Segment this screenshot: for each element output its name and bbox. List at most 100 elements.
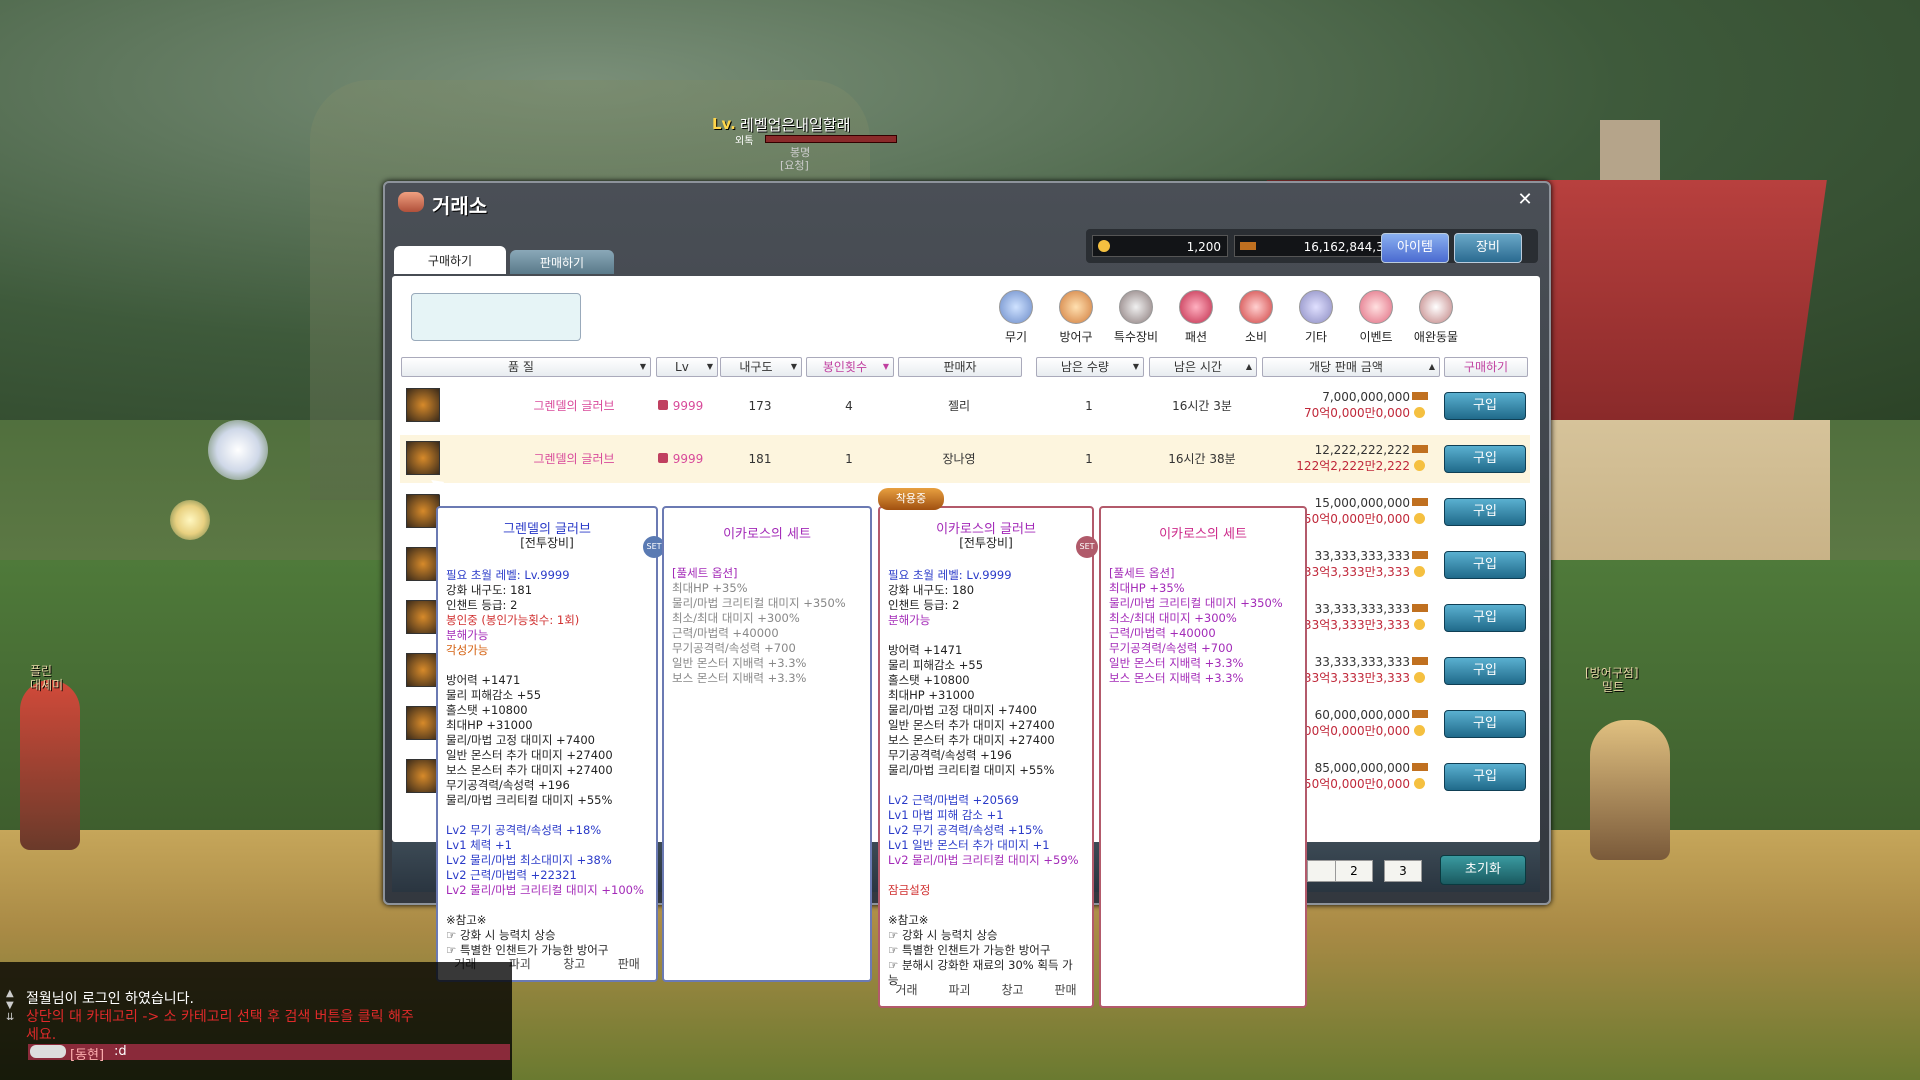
header-seal[interactable]: 봉인횟수 ▼ bbox=[806, 357, 894, 377]
set-badge-icon: SET bbox=[1076, 536, 1098, 558]
tooltip-line: 최대HP +31000 bbox=[888, 688, 975, 702]
tooltip-line: 보스 몬스터 지배력 +3.3% bbox=[672, 671, 807, 685]
meso-icon bbox=[1412, 657, 1428, 665]
coin-icon bbox=[1414, 513, 1425, 524]
category-consumable[interactable]: 소비 bbox=[1228, 290, 1284, 345]
tooltip-line: 잠금설정 bbox=[888, 883, 931, 897]
tooltip-line: Lv2 근력/마법력 +20569 bbox=[888, 793, 1019, 807]
tooltip-footer-item: 창고 bbox=[1001, 983, 1024, 997]
channel-icon[interactable] bbox=[30, 1045, 66, 1058]
meso-icon bbox=[1412, 445, 1428, 453]
header-quality[interactable]: 품 질 ▼ bbox=[401, 357, 651, 377]
reset-button[interactable]: 초기화 bbox=[1440, 855, 1526, 885]
tooltip-line: 홀스탯 +10800 bbox=[888, 673, 970, 687]
npc-right[interactable] bbox=[1590, 720, 1670, 860]
tooltip-line: 물리/마법 크리티컬 대미지 +350% bbox=[672, 596, 846, 610]
tooltip-line: 봉인중 (봉인가능횟수: 1회) bbox=[446, 613, 580, 627]
tooltip-line: 보스 몬스터 추가 대미지 +27400 bbox=[888, 733, 1055, 747]
buy-button[interactable]: 구입 bbox=[1444, 551, 1526, 579]
item-name: 그렌델의 글러브 bbox=[533, 452, 615, 466]
page-3[interactable]: 3 bbox=[1384, 860, 1422, 882]
header-level[interactable]: Lv ▼ bbox=[656, 357, 718, 377]
page-2[interactable]: 2 bbox=[1335, 860, 1373, 882]
tooltip-line: 능 bbox=[888, 973, 899, 987]
category-special[interactable]: 특수장비 bbox=[1108, 290, 1164, 345]
tooltip-line: ☞ 강화 시 능력치 상승 bbox=[446, 928, 556, 942]
pet-icon bbox=[1419, 290, 1453, 324]
table-row[interactable]: 그렌델의 글러브 9999 173 4 젤리 1 16시간 3분 7,000,000,000 7… bbox=[400, 382, 1530, 430]
meso-icon bbox=[1412, 604, 1428, 612]
tooltip-line: 무기공격력/속성력 +196 bbox=[888, 748, 1012, 762]
tooltip-line: Lv2 무기 공격력/속성력 +18% bbox=[446, 823, 602, 837]
header-time[interactable]: 남은 시간 ▲ bbox=[1149, 357, 1257, 377]
item-quantity: 1 bbox=[1085, 452, 1093, 466]
tooltip-line: 필요 초월 레벨: Lv.9999 bbox=[888, 568, 1012, 582]
npc-right-sub: 밀트 bbox=[1602, 680, 1625, 694]
category-event[interactable]: 이벤트 bbox=[1348, 290, 1404, 345]
tab-sell[interactable]: 판매하기 bbox=[510, 250, 614, 274]
category-weapon[interactable]: 무기 bbox=[988, 290, 1044, 345]
dropdown-icon: ▼ bbox=[639, 362, 646, 371]
npc-left-sub: 대세미 bbox=[30, 678, 64, 692]
tooltip-line: ☞ 특별한 인챈트가 가능한 방어구 bbox=[446, 943, 609, 957]
item-price-kr: 70억0,000만0,000 bbox=[1303, 406, 1410, 420]
coin-icon bbox=[1414, 778, 1425, 789]
tooltip-line: 물리/마법 고정 대미지 +7400 bbox=[446, 733, 595, 747]
tooltip-footer-item: 거래 bbox=[895, 983, 918, 997]
header-seller[interactable]: 판매자 bbox=[898, 357, 1022, 377]
chat-line-1: 절월님이 로그인 하였습니다. bbox=[26, 991, 194, 1007]
table-row[interactable]: 그렌델의 글러브 9999 181 1 장나영 1 16시간 38분 12,222,222,2… bbox=[400, 435, 1530, 483]
category-pet[interactable]: 애완동물 bbox=[1408, 290, 1464, 345]
chat-channel: [동현] bbox=[70, 1048, 105, 1063]
chat-line-3: 세요. bbox=[26, 1027, 57, 1043]
meso-icon bbox=[1412, 392, 1428, 400]
tooltip-line: 분해가능 bbox=[888, 613, 931, 627]
buy-button[interactable]: 구입 bbox=[1444, 604, 1526, 632]
buy-button[interactable]: 구입 bbox=[1444, 657, 1526, 685]
item-icon bbox=[406, 441, 440, 475]
item-price-kr: 122억2,222만2,222 bbox=[1296, 459, 1410, 473]
tooltip2-title: 이카로스의 세트 bbox=[723, 527, 811, 542]
tooltip-line: 방어력 +1471 bbox=[446, 673, 521, 687]
buy-button[interactable]: 구입 bbox=[1444, 498, 1526, 526]
fashion-icon bbox=[1179, 290, 1213, 324]
buy-button[interactable]: 구입 bbox=[1444, 763, 1526, 791]
header-price[interactable]: 개당 판매 금액 ▲ bbox=[1262, 357, 1440, 377]
item-icon bbox=[406, 759, 440, 793]
street-lamp-icon bbox=[208, 420, 268, 480]
header-quantity[interactable]: 남은 수량 ▼ bbox=[1036, 357, 1144, 377]
item-icon bbox=[406, 706, 440, 740]
tooltip-line: [풀세트 옵션] bbox=[1109, 566, 1175, 580]
category-armor[interactable]: 방어구 bbox=[1048, 290, 1104, 345]
tooltip4-title: 이카로스의 세트 bbox=[1159, 527, 1247, 542]
header-durability[interactable]: 내구도 ▼ bbox=[720, 357, 802, 377]
tab-buy[interactable]: 구매하기 bbox=[394, 246, 506, 274]
search-input[interactable] bbox=[411, 293, 581, 341]
buy-button[interactable]: 구입 bbox=[1444, 710, 1526, 738]
npc-left[interactable] bbox=[20, 680, 80, 850]
equip-button[interactable]: 장비 bbox=[1454, 233, 1522, 263]
category-etc[interactable]: 기타 bbox=[1288, 290, 1344, 345]
tooltip-line: Lv2 물리/마법 크리티컬 대미지 +100% bbox=[446, 883, 644, 897]
buy-button[interactable]: 구입 bbox=[1444, 392, 1526, 420]
item-button[interactable]: 아이템 bbox=[1381, 233, 1449, 263]
tooltip-line: [풀세트 옵션] bbox=[672, 566, 738, 580]
window-title: 거래소 bbox=[432, 194, 488, 218]
item-time: 16시간 38분 bbox=[1168, 452, 1236, 466]
tooltip-line: 인챈트 등급: 2 bbox=[446, 598, 518, 612]
tooltip-line: Lv2 물리/마법 크리티컬 대미지 +59% bbox=[888, 853, 1079, 867]
tooltip-set-option-2: 이카로스의 세트 [풀세트 옵션] 최대HP +35% 물리/마법 크리티컬 대미지… bbox=[1099, 506, 1307, 1008]
item-icon bbox=[406, 494, 440, 528]
category-fashion[interactable]: 패션 bbox=[1168, 290, 1224, 345]
close-icon[interactable]: ✕ bbox=[1515, 190, 1535, 210]
tooltip-footer-item: 파괴 bbox=[948, 983, 971, 997]
tooltip-line: 홀스탯 +10800 bbox=[446, 703, 528, 717]
gear-icon bbox=[1119, 290, 1153, 324]
buy-button[interactable]: 구입 bbox=[1444, 445, 1526, 473]
tooltip-line: 분해가능 bbox=[446, 628, 489, 642]
item-seller: 젤리 bbox=[947, 399, 971, 413]
chat-scroll-icon[interactable]: ▲ ▼ ⇊ bbox=[6, 988, 14, 1024]
tooltip-line: 최대HP +35% bbox=[672, 581, 748, 595]
coin-icon bbox=[1414, 672, 1425, 683]
tooltip-line: 방어력 +1471 bbox=[888, 643, 963, 657]
